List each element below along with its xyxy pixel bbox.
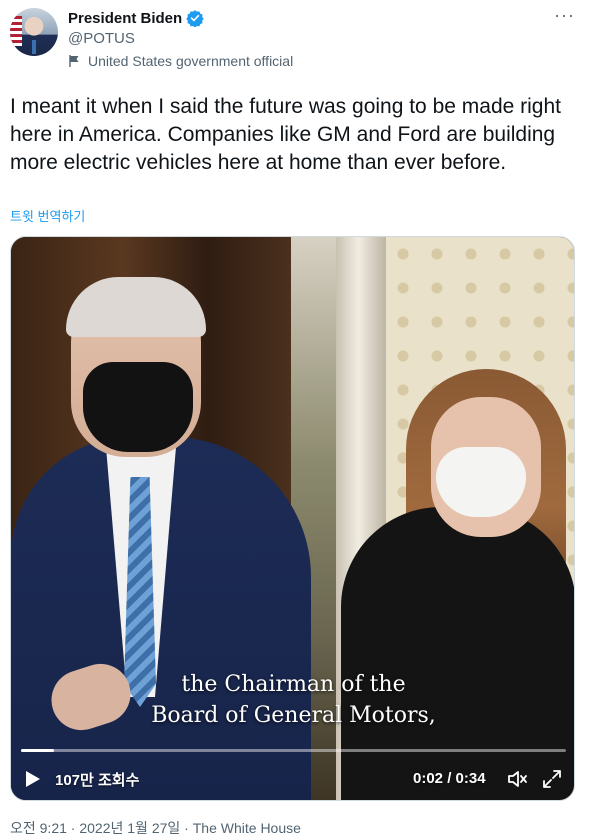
volume-muted-icon[interactable] — [507, 769, 529, 789]
video-caption-line1: the Chairman of the — [181, 672, 406, 697]
video-progress-fill — [21, 749, 54, 752]
video-player[interactable]: the Chairman of the Board of General Mot… — [10, 236, 575, 801]
avatar-flag — [10, 16, 22, 46]
video-time: 0:02 / 0:34 — [413, 770, 486, 787]
tweet-meta: 오전 9:21 · 2022년 1월 27일 · The White House — [10, 818, 301, 838]
fullscreen-icon[interactable] — [542, 769, 562, 789]
video-caption-line2: Board of General Motors, — [151, 703, 436, 728]
person-left-mask — [83, 362, 193, 452]
video-view-count: 107만 조회수 — [55, 772, 140, 789]
tweet-time[interactable]: 오전 9:21 — [10, 820, 67, 836]
author-name[interactable]: President Biden — [68, 10, 182, 27]
video-caption: the Chairman of the Board of General Mot… — [11, 669, 574, 731]
avatar-tie — [32, 40, 36, 54]
video-progress-bar[interactable] — [21, 749, 566, 752]
author-name-row[interactable]: President Biden — [68, 9, 204, 27]
tweet-text: I meant it when I said the future was go… — [10, 95, 561, 174]
translate-tweet-link[interactable]: 트윗 번역하기 — [10, 206, 85, 225]
more-options-icon[interactable]: ··· — [554, 6, 575, 24]
play-icon[interactable] — [25, 770, 41, 788]
government-label[interactable]: United States government official — [68, 53, 293, 69]
flag-icon — [69, 55, 79, 67]
avatar[interactable] — [10, 8, 58, 56]
verified-badge-icon — [186, 10, 204, 27]
author-handle[interactable]: @POTUS — [68, 30, 135, 47]
meta-separator-1: · — [66, 820, 80, 836]
government-label-text: United States government official — [88, 53, 294, 69]
person-right-body — [341, 507, 574, 800]
person-right-mask — [436, 447, 526, 517]
meta-separator-2: · — [180, 820, 193, 836]
tweet-source[interactable]: The White House — [193, 820, 301, 836]
tweet-date[interactable]: 2022년 1월 27일 — [79, 820, 180, 836]
